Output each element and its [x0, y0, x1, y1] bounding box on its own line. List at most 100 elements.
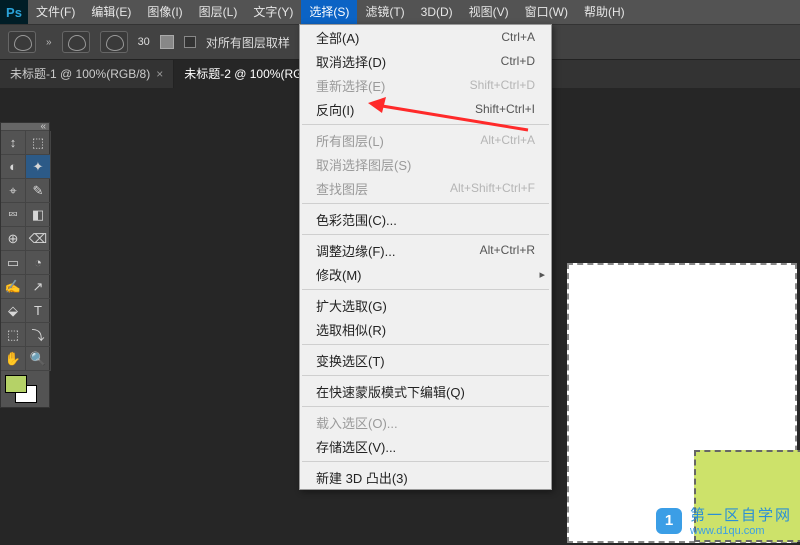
menu-entry[interactable]: 取消选择(D) Ctrl+D: [300, 49, 551, 73]
menu-entry-label: 反向(I): [316, 100, 354, 119]
menu-separator: [302, 344, 549, 345]
menu-item-9[interactable]: 窗口(W): [517, 0, 576, 24]
menu-separator: [302, 203, 549, 204]
menu-shortcut: Alt+Ctrl+R: [480, 243, 535, 257]
photoshop-window: Ps 文件(F)编辑(E)图像(I)图层(L)文字(Y)选择(S)滤镜(T)3D…: [0, 0, 800, 545]
brush-preview-2-icon[interactable]: [100, 31, 128, 53]
foreground-color-swatch[interactable]: [5, 375, 27, 393]
menu-entry-label: 修改(M): [316, 265, 362, 284]
menu-separator: [302, 289, 549, 290]
menu-entry: 载入选区(O)...: [300, 410, 551, 434]
menu-entry[interactable]: 存储选区(V)...: [300, 434, 551, 458]
menu-item-10[interactable]: 帮助(H): [576, 0, 633, 24]
close-icon[interactable]: ×: [156, 67, 163, 81]
tool-10[interactable]: ▭: [1, 251, 26, 275]
menu-separator: [302, 375, 549, 376]
menu-entry-label: 取消选择(D): [316, 52, 386, 71]
menu-item-4[interactable]: 文字(Y): [245, 0, 301, 24]
menu-item-3[interactable]: 图层(L): [191, 0, 246, 24]
menu-entry-label: 选取相似(R): [316, 320, 386, 339]
menu-entry[interactable]: 选取相似(R): [300, 317, 551, 341]
menu-separator: [302, 124, 549, 125]
menu-shortcut: Alt+Shift+Ctrl+F: [450, 181, 535, 195]
menu-entry-label: 查找图层: [316, 179, 368, 198]
menu-shortcut: Shift+Ctrl+D: [470, 78, 535, 92]
tool-9[interactable]: ⌫: [26, 227, 51, 251]
menu-item-8[interactable]: 视图(V): [461, 0, 517, 24]
menu-entry[interactable]: 新建 3D 凸出(3): [300, 465, 551, 489]
menu-entry-label: 扩大选取(G): [316, 296, 387, 315]
menu-entry-label: 重新选择(E): [316, 76, 385, 95]
select-menu-dropdown: 全部(A) Ctrl+A 取消选择(D) Ctrl+D 重新选择(E) Shift+Ctr…: [299, 24, 552, 490]
brush-preview-icon[interactable]: [62, 31, 90, 53]
menu-bar: Ps 文件(F)编辑(E)图像(I)图层(L)文字(Y)选择(S)滤镜(T)3D…: [0, 0, 800, 24]
menu-separator: [302, 461, 549, 462]
menu-entry-label: 新建 3D 凸出(3): [316, 468, 408, 487]
tool-5[interactable]: ✎: [26, 179, 51, 203]
brush-size: 30: [138, 36, 150, 48]
menu-entry[interactable]: 在快速蒙版模式下编辑(Q): [300, 379, 551, 403]
chevron-icon: »: [46, 37, 52, 48]
tools-panel-grip[interactable]: «: [1, 123, 49, 131]
tool-preset-icon[interactable]: [8, 31, 36, 53]
tool-17[interactable]: ⤵: [26, 323, 51, 347]
menu-separator: [302, 234, 549, 235]
menu-entry-label: 变换选区(T): [316, 351, 385, 370]
menu-entry[interactable]: 反向(I)Shift+Ctrl+I: [300, 97, 551, 121]
tool-19[interactable]: 🔍: [26, 347, 51, 371]
tool-4[interactable]: ⌖: [1, 179, 26, 203]
document-tab-0[interactable]: 未标题-1 @ 100%(RGB/8)×: [0, 60, 174, 88]
tool-11[interactable]: ◔: [26, 251, 51, 275]
tool-13[interactable]: ↗: [26, 275, 51, 299]
menu-entry-label: 全部(A): [316, 28, 359, 47]
menu-shortcut: Ctrl+A: [501, 30, 535, 44]
menu-entry[interactable]: 调整边缘(F)... Alt+Ctrl+R: [300, 238, 551, 262]
grid-icon[interactable]: [160, 35, 174, 49]
menu-entry-label: 存储选区(V)...: [316, 437, 396, 456]
tool-8[interactable]: ⊕: [1, 227, 26, 251]
tools-panel: « ↕⬚◐✦⌖✎⮹◧⊕⌫▭◔✍↗⬙T⬚⤵✋🔍: [0, 122, 50, 408]
menu-entry-label: 所有图层(L): [316, 131, 384, 150]
menu-item-1[interactable]: 编辑(E): [83, 0, 139, 24]
tool-16[interactable]: ⬚: [1, 323, 26, 347]
tool-0[interactable]: ↕: [1, 131, 26, 155]
menu-shortcut: Alt+Ctrl+A: [480, 133, 535, 147]
tool-3[interactable]: ✦: [26, 155, 51, 179]
menu-item-2[interactable]: 图像(I): [139, 0, 190, 24]
menu-entry: 重新选择(E) Shift+Ctrl+D: [300, 73, 551, 97]
menu-entry-label: 色彩范围(C)...: [316, 210, 397, 229]
sample-all-layers-label: 对所有图层取样: [206, 34, 290, 51]
menu-entry[interactable]: 修改(M): [300, 262, 551, 286]
app-logo: Ps: [0, 0, 28, 24]
menu-shortcut: Ctrl+D: [501, 54, 535, 68]
tool-18[interactable]: ✋: [1, 347, 26, 371]
tool-6[interactable]: ⮹: [1, 203, 26, 227]
menu-separator: [302, 406, 549, 407]
tool-7[interactable]: ◧: [26, 203, 51, 227]
tool-14[interactable]: ⬙: [1, 299, 26, 323]
color-swatches[interactable]: [1, 371, 49, 407]
menu-item-5[interactable]: 选择(S): [301, 0, 357, 24]
watermark-badge: 1: [656, 508, 682, 534]
sample-all-layers-checkbox[interactable]: [184, 36, 196, 48]
menu-entry-label: 调整边缘(F)...: [316, 241, 395, 260]
tool-2[interactable]: ◐: [1, 155, 26, 179]
menu-item-6[interactable]: 滤镜(T): [357, 0, 412, 24]
watermark-url: www.d1qu.com: [690, 525, 792, 537]
menu-entry-label: 取消选择图层(S): [316, 155, 411, 174]
menu-entry[interactable]: 变换选区(T): [300, 348, 551, 372]
menu-entry[interactable]: 全部(A) Ctrl+A: [300, 25, 551, 49]
watermark-title: 第一区自学网: [690, 504, 792, 525]
tool-15[interactable]: T: [26, 299, 51, 323]
menu-item-0[interactable]: 文件(F): [28, 0, 83, 24]
menu-entry[interactable]: 色彩范围(C)...: [300, 207, 551, 231]
menu-entry: 查找图层 Alt+Shift+Ctrl+F: [300, 176, 551, 200]
menu-entry-label: 在快速蒙版模式下编辑(Q): [316, 382, 465, 401]
menu-entry: 所有图层(L) Alt+Ctrl+A: [300, 128, 551, 152]
menu-item-7[interactable]: 3D(D): [413, 0, 461, 24]
tool-12[interactable]: ✍: [1, 275, 26, 299]
tool-1[interactable]: ⬚: [26, 131, 51, 155]
menu-entry: 取消选择图层(S): [300, 152, 551, 176]
menu-entry[interactable]: 扩大选取(G): [300, 293, 551, 317]
watermark: 1 第一区自学网 www.d1qu.com: [656, 504, 792, 537]
